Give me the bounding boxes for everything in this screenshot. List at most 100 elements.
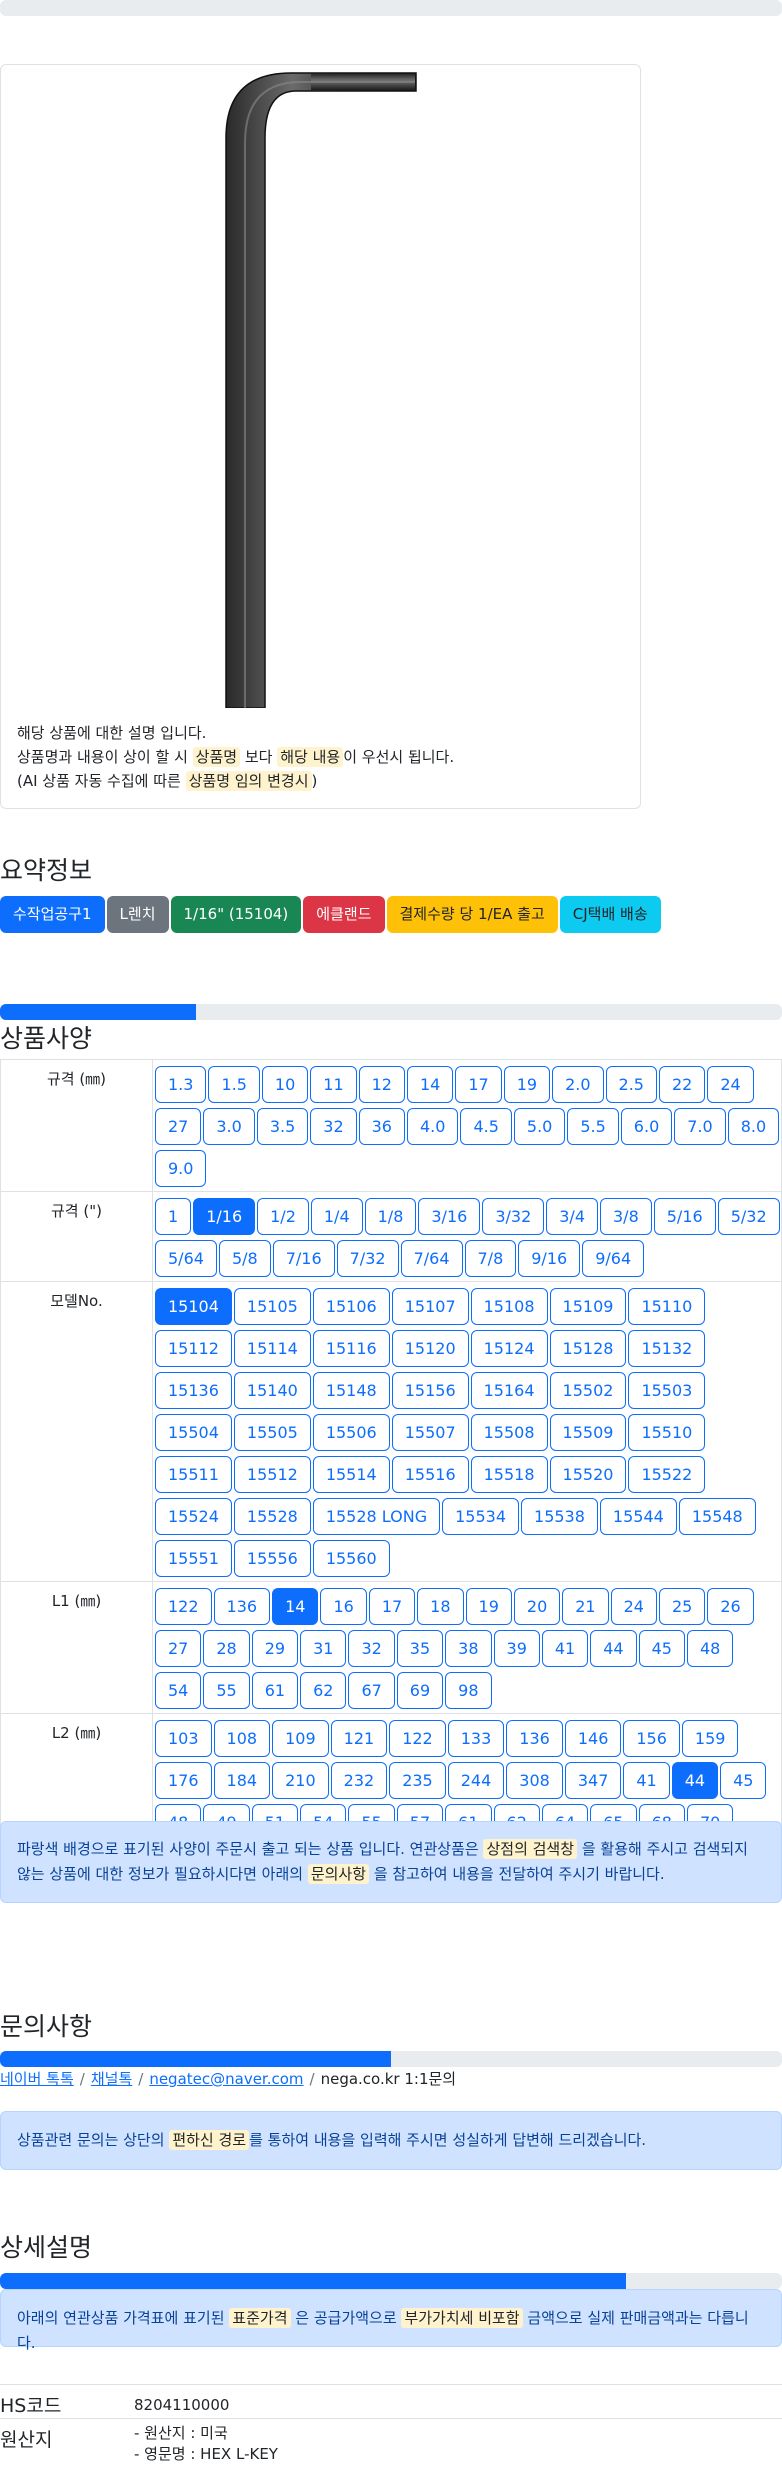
option-chip[interactable]: 121 xyxy=(330,1720,388,1757)
option-chip[interactable]: 15507 xyxy=(391,1414,469,1451)
option-chip[interactable]: 15120 xyxy=(391,1330,469,1367)
option-chip[interactable]: 15512 xyxy=(233,1456,311,1493)
option-chip[interactable]: 1 xyxy=(155,1198,192,1235)
option-chip[interactable]: 15528 xyxy=(233,1498,311,1535)
option-chip[interactable]: 136 xyxy=(213,1588,271,1625)
option-chip[interactable]: 19 xyxy=(465,1588,512,1625)
option-chip[interactable]: 98 xyxy=(445,1672,492,1709)
option-chip[interactable]: 15548 xyxy=(678,1498,756,1535)
channel-talk-link[interactable]: 채널톡 xyxy=(91,2070,132,2088)
option-chip[interactable]: 5/32 xyxy=(717,1198,780,1235)
option-chip[interactable]: 44 xyxy=(590,1630,637,1667)
option-chip[interactable]: 15503 xyxy=(628,1372,706,1409)
option-chip[interactable]: 15510 xyxy=(628,1414,706,1451)
option-chip[interactable]: 38 xyxy=(445,1630,492,1667)
option-chip[interactable]: 67 xyxy=(348,1672,395,1709)
option-chip[interactable]: 69 xyxy=(396,1672,444,1709)
option-chip[interactable]: 17 xyxy=(368,1588,416,1625)
option-chip[interactable]: 15506 xyxy=(312,1414,390,1451)
option-chip[interactable]: 19 xyxy=(503,1066,551,1103)
option-chip[interactable]: 45 xyxy=(638,1630,685,1667)
option-chip[interactable]: 18 xyxy=(417,1588,464,1625)
option-chip[interactable]: 14 xyxy=(406,1066,454,1103)
option-chip[interactable]: 15522 xyxy=(628,1456,706,1493)
option-chip[interactable]: 210 xyxy=(272,1762,329,1799)
option-chip[interactable]: 5/64 xyxy=(155,1240,217,1277)
option-chip[interactable]: 308 xyxy=(506,1762,563,1799)
option-chip[interactable]: 6.0 xyxy=(620,1108,673,1145)
option-chip[interactable]: 108 xyxy=(213,1720,271,1757)
option-chip[interactable]: 3.0 xyxy=(203,1108,255,1145)
option-chip[interactable]: 8.0 xyxy=(727,1108,780,1145)
option-chip[interactable]: 232 xyxy=(330,1762,388,1799)
option-chip[interactable]: 15114 xyxy=(233,1330,311,1367)
option-chip[interactable]: 176 xyxy=(155,1762,212,1799)
option-chip[interactable]: 109 xyxy=(272,1720,329,1757)
option-chip[interactable]: 15116 xyxy=(312,1330,390,1367)
option-chip[interactable]: 3/32 xyxy=(482,1198,545,1235)
option-chip-selected[interactable]: 15104 xyxy=(155,1288,232,1325)
option-chip[interactable]: 61 xyxy=(251,1672,299,1709)
option-chip-selected[interactable]: 44 xyxy=(671,1762,719,1799)
option-chip[interactable]: 15516 xyxy=(391,1456,469,1493)
option-chip[interactable]: 3.5 xyxy=(256,1108,309,1145)
option-chip[interactable]: 15524 xyxy=(155,1498,232,1535)
option-chip[interactable]: 15520 xyxy=(549,1456,627,1493)
option-chip[interactable]: 15110 xyxy=(628,1288,706,1325)
option-chip[interactable]: 347 xyxy=(564,1762,622,1799)
option-chip[interactable]: 21 xyxy=(562,1588,609,1625)
option-chip[interactable]: 15518 xyxy=(470,1456,548,1493)
option-chip[interactable]: 20 xyxy=(513,1588,561,1625)
option-chip[interactable]: 27 xyxy=(155,1108,202,1145)
option-chip[interactable]: 4.0 xyxy=(406,1108,459,1145)
option-chip[interactable]: 24 xyxy=(610,1588,657,1625)
option-chip[interactable]: 136 xyxy=(506,1720,563,1757)
option-chip[interactable]: 31 xyxy=(300,1630,347,1667)
option-chip[interactable]: 26 xyxy=(707,1588,754,1625)
option-chip[interactable]: 15514 xyxy=(312,1456,390,1493)
option-chip[interactable]: 15107 xyxy=(391,1288,469,1325)
option-chip[interactable]: 122 xyxy=(389,1720,446,1757)
option-chip[interactable]: 54 xyxy=(155,1672,202,1709)
option-chip[interactable]: 15509 xyxy=(549,1414,627,1451)
option-chip[interactable]: 10 xyxy=(261,1066,309,1103)
option-chip[interactable]: 15156 xyxy=(391,1372,469,1409)
option-chip[interactable]: 15109 xyxy=(549,1288,627,1325)
option-chip[interactable]: 1.5 xyxy=(208,1066,260,1103)
option-chip[interactable]: 15538 xyxy=(521,1498,598,1535)
option-chip[interactable]: 5/8 xyxy=(218,1240,271,1277)
option-chip[interactable]: 15551 xyxy=(155,1540,232,1577)
option-chip[interactable]: 146 xyxy=(564,1720,622,1757)
option-chip[interactable]: 7/32 xyxy=(336,1240,399,1277)
option-chip[interactable]: 235 xyxy=(389,1762,446,1799)
option-chip[interactable]: 7/16 xyxy=(272,1240,335,1277)
option-chip[interactable]: 133 xyxy=(447,1720,505,1757)
option-chip[interactable]: 5.5 xyxy=(567,1108,619,1145)
option-chip[interactable]: 15556 xyxy=(233,1540,311,1577)
option-chip[interactable]: 15140 xyxy=(233,1372,311,1409)
option-chip[interactable]: 15534 xyxy=(442,1498,520,1535)
option-chip[interactable]: 15108 xyxy=(470,1288,548,1325)
option-chip[interactable]: 41 xyxy=(623,1762,670,1799)
option-chip[interactable]: 156 xyxy=(623,1720,680,1757)
option-chip[interactable]: 29 xyxy=(251,1630,299,1667)
option-chip[interactable]: 36 xyxy=(358,1108,405,1145)
option-chip[interactable]: 15560 xyxy=(312,1540,390,1577)
option-chip[interactable]: 15106 xyxy=(312,1288,390,1325)
naver-talk-link[interactable]: 네이버 톡톡 xyxy=(0,2070,74,2088)
option-chip[interactable]: 1.3 xyxy=(155,1066,207,1103)
option-chip[interactable]: 15124 xyxy=(470,1330,548,1367)
option-chip[interactable]: 32 xyxy=(348,1630,395,1667)
option-chip[interactable]: 15502 xyxy=(549,1372,627,1409)
option-chip[interactable]: 7/8 xyxy=(464,1240,517,1277)
option-chip[interactable]: 15105 xyxy=(233,1288,311,1325)
option-chip[interactable]: 15511 xyxy=(155,1456,232,1493)
option-chip[interactable]: 244 xyxy=(447,1762,505,1799)
option-chip[interactable]: 15528 LONG xyxy=(312,1498,441,1535)
option-chip[interactable]: 122 xyxy=(155,1588,212,1625)
option-chip[interactable]: 11 xyxy=(310,1066,357,1103)
option-chip[interactable]: 159 xyxy=(681,1720,739,1757)
option-chip[interactable]: 4.5 xyxy=(460,1108,512,1145)
option-chip[interactable]: 1/4 xyxy=(310,1198,363,1235)
option-chip[interactable]: 48 xyxy=(686,1630,734,1667)
